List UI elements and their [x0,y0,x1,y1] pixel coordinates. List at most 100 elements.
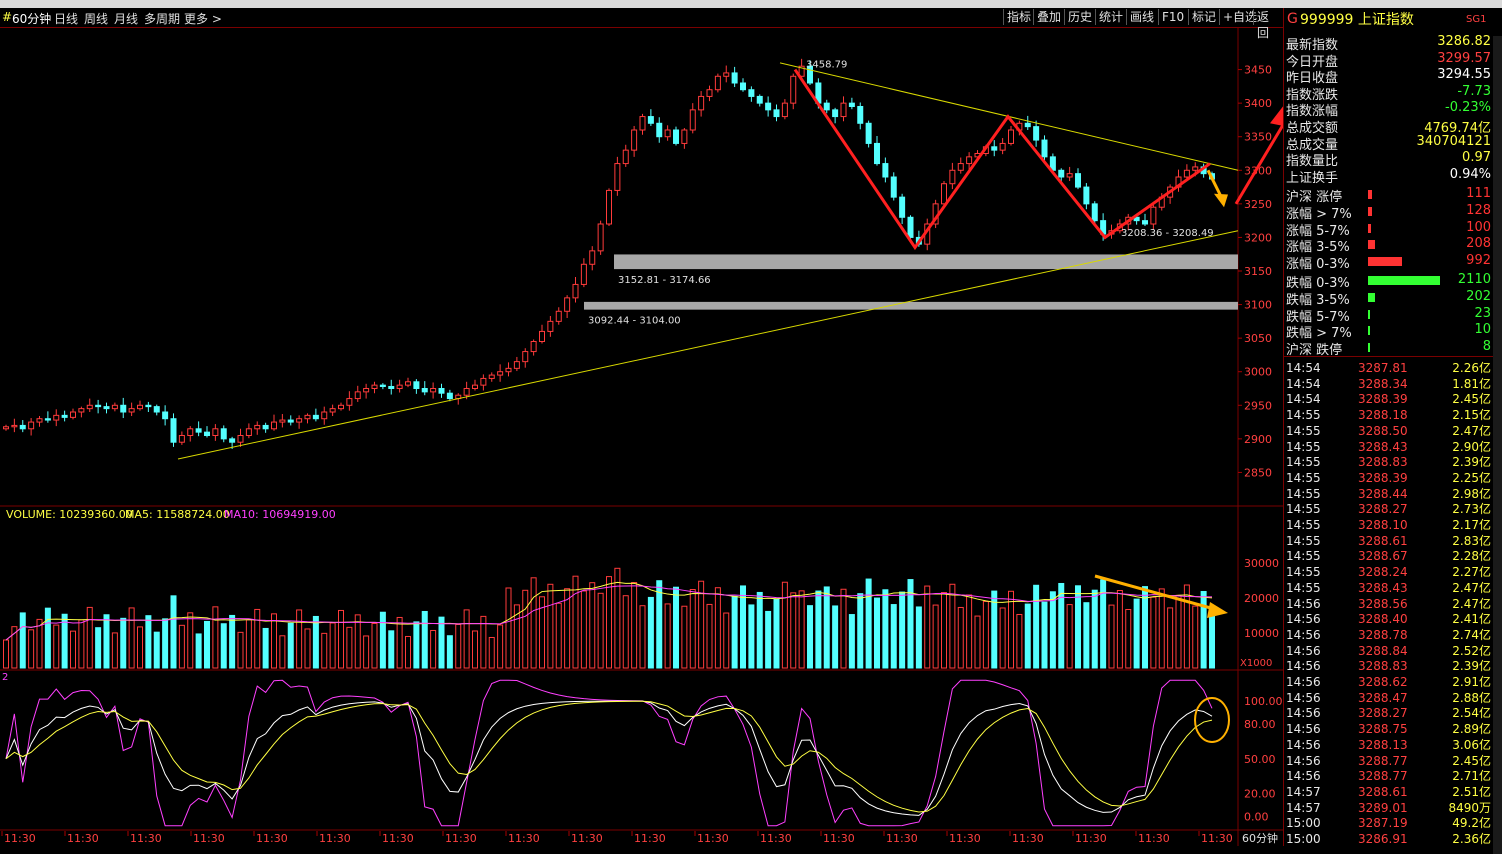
candle-body [245,428,252,436]
tick-row: 14:57 3289.01 8490万 [1286,801,1491,817]
period-footer: 60分钟 [1242,831,1278,845]
distribution-row: 跌幅 0-3% 2110 [1286,272,1491,291]
pullback-arrow-head [1214,193,1228,208]
distribution-label: 涨幅 0-3% [1286,257,1350,273]
volume-bar [832,605,839,669]
index-name: 上证指数 [1357,12,1414,28]
tick-time: 14:57 [1286,784,1321,799]
volume-bar [229,614,236,669]
candle-body [195,428,202,433]
quote-row: 指数涨跌 -7.73 [1286,84,1491,103]
candle-body [522,351,529,363]
tick-amount: 2.88亿 [1452,690,1491,705]
candle-body [229,438,236,443]
volume-bar [321,632,328,669]
overlay-button[interactable]: 叠加 [1033,9,1064,25]
volume-bar [19,612,26,669]
distribution-count: 23 [1474,305,1491,321]
tab-multi-period[interactable]: 多周期 [144,10,180,27]
volume-bar [446,635,453,669]
index-code-name[interactable]: 999999 上证指数 [1300,9,1414,29]
volume-bar [195,633,202,669]
draw-button[interactable]: 画线 [1126,9,1157,25]
volume-bar [86,606,93,669]
volume-bar [36,618,43,669]
distribution-count: 2110 [1457,272,1491,287]
stats-button[interactable]: 统计 [1095,9,1126,25]
tick-row: 14:56 3288.78 2.74亿 [1286,628,1491,644]
volume-bar [656,580,663,669]
candle-body [848,102,855,108]
period-toolbar: # 60分钟 日线 周线 月线 多周期 更多 > 指标 叠加 历史 统计 画线 … [0,8,1283,40]
tick-amount: 2.90亿 [1452,439,1491,454]
candle-body [999,142,1006,151]
tick-time: 15:00 [1286,832,1321,846]
candle-body [61,414,68,418]
tick-amount: 2.17亿 [1452,518,1491,532]
tick-list[interactable]: 14:54 3287.81 2.26亿 14:54 3288.34 1.81亿 14:54 3… [1284,356,1502,847]
tab-more[interactable]: 更多 > [184,10,222,27]
volume-tick-label: 20000 [1244,592,1279,605]
tick-row: 14:56 3288.84 2.52亿 [1286,644,1491,660]
tab-monthly[interactable]: 月线 [114,10,138,27]
volume-bar [1091,589,1098,669]
volume-bar [170,595,177,669]
volume-bar [949,583,956,669]
candle-body [647,116,654,124]
tick-time: 14:56 [1286,596,1321,611]
tick-row: 14:56 3288.56 2.47亿 [1286,597,1491,613]
quote-value: 3294.55 [1437,67,1491,83]
tick-amount: 2.39亿 [1452,659,1491,674]
tick-amount: 2.26亿 [1452,361,1491,375]
time-label: 11:30 [67,832,99,845]
quote-value: 3286.82 [1437,34,1491,49]
volume-bar [137,626,143,669]
candle-body [405,381,411,386]
f10-button[interactable]: F10 [1158,9,1187,25]
time-label: 11:30 [445,832,477,845]
tick-row: 14:55 3288.10 2.17亿 [1286,518,1491,534]
candle-body [70,411,76,418]
candle-body [1091,203,1098,222]
volume-bar [304,628,311,669]
tab-60min[interactable]: 60分钟 [12,10,51,27]
tick-time: 14:55 [1286,533,1321,548]
indicator-button[interactable]: 指标 [1003,9,1034,25]
candle-body [890,176,897,198]
candle-body [254,424,261,430]
distribution-row: 沪深 跌停 8 [1286,339,1491,358]
volume-bar [287,622,294,669]
tab-daily[interactable]: 日线 [54,10,78,27]
volume-bar [555,602,562,669]
candle-body [120,404,127,413]
volume-bar [312,615,319,669]
volume-bar [1049,591,1056,669]
volume-bar [1058,582,1065,669]
volume-bar [748,604,755,669]
time-label: 11:30 [823,832,855,845]
tick-price: 3288.56 [1358,596,1408,611]
mark-button[interactable]: 标记 [1188,9,1219,25]
volume-bar [103,614,110,669]
tab-weekly[interactable]: 周线 [84,10,108,27]
candle-body [421,388,428,393]
quote-value: 0.94% [1449,166,1491,182]
volume-bar [840,588,847,669]
back-button[interactable]: 返回 [1253,9,1283,40]
history-button[interactable]: 历史 [1064,9,1095,25]
volume-bar [220,623,227,669]
volume-bar [396,616,403,669]
tick-amount: 2.54亿 [1452,706,1491,721]
candle-body [832,109,839,118]
tick-amount: 2.71亿 [1452,769,1491,784]
tick-price: 3288.40 [1358,612,1408,627]
volume-bar [120,617,127,669]
price-tick-label: 3150 [1244,265,1272,278]
volume-bar [681,605,688,669]
candle-body [1008,129,1014,144]
panel-side-strip[interactable] [1493,36,1502,854]
kline-chart[interactable]: 2850290029503000305031003150320032503300… [0,28,1283,846]
tick-amount: 1.81亿 [1452,376,1491,391]
volume-bar [329,622,336,669]
volume-bar [505,587,512,669]
